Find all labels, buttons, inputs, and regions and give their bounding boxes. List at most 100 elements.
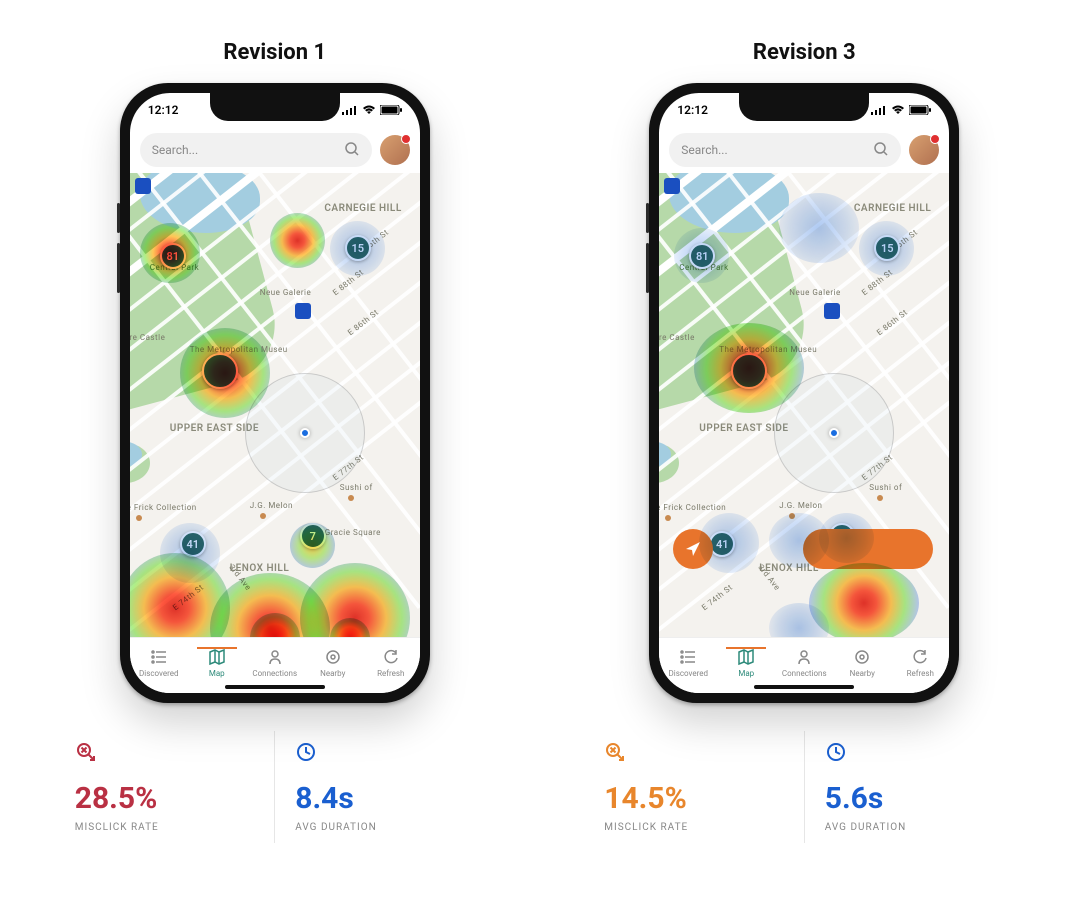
nearby-icon [852,647,872,667]
nav-label: Nearby [850,669,875,678]
search-input[interactable]: Search... [669,133,901,167]
poi-label: J.G. Melon [250,501,293,510]
map-pin-large[interactable] [731,353,767,389]
nav-discovered[interactable]: Discovered [659,647,717,678]
stat-label: AVG DURATION [825,822,1005,833]
nav-map[interactable]: Map [188,647,246,678]
map-view[interactable]: CARNEGIE HILL UPPER EAST SIDE LENOX HILL… [130,173,420,637]
phone-screen: 12:12 Search. [659,93,949,693]
map-pin[interactable]: 15 [345,235,371,261]
map-pin[interactable]: 41 [180,531,206,557]
nav-connections[interactable]: Connections [246,647,304,678]
search-placeholder: Search... [681,143,727,157]
wifi-icon [891,105,905,115]
poi-dot [260,513,266,519]
nav-label: Connections [252,669,297,678]
phone-mockup: 12:12 Search. [120,83,430,703]
poi-dot [136,515,142,521]
status-icons [342,105,402,115]
stat-value: 14.5% [604,781,784,816]
nav-label: Discovered [669,669,708,678]
nav-refresh[interactable]: Refresh [891,647,949,678]
stat-value: 28.5% [75,781,255,816]
nav-nearby[interactable]: Nearby [833,647,891,678]
user-location-dot [300,428,310,438]
nav-map[interactable]: Map [717,647,775,678]
action-pill[interactable] [803,529,933,569]
poi-label: The Metropolitan Museu [190,345,288,354]
nav-label: Map [738,669,754,678]
connections-icon [265,647,285,667]
nav-connections[interactable]: Connections [775,647,833,678]
poi-label: Sushi of [869,483,902,492]
wifi-icon [362,105,376,115]
mta-icon [135,178,151,194]
search-row: Search... [140,131,410,169]
nav-refresh[interactable]: Refresh [362,647,420,678]
stats-row: 28.5% MISCLICK RATE 8.4s AVG DURATION [55,731,495,843]
home-indicator [754,685,854,689]
neighborhood-label: CARNEGIE HILL [854,203,931,214]
refresh-icon [381,647,401,667]
mta-icon [295,303,311,319]
map-pin[interactable]: 15 [874,235,900,261]
locate-fab[interactable] [673,529,713,569]
poi-label: he Frick Collection [130,503,197,512]
poi-label: J.G. Melon [779,501,822,510]
map-pin[interactable]: 41 [709,531,735,557]
status-time: 12:12 [677,103,708,117]
stat-label: MISCLICK RATE [604,822,784,833]
stat-duration: 8.4s AVG DURATION [274,731,495,843]
mta-icon [824,303,840,319]
map-icon [207,647,227,667]
mta-icon [664,178,680,194]
clock-icon [825,741,1005,767]
stat-duration: 5.6s AVG DURATION [804,731,1025,843]
home-indicator [225,685,325,689]
revision-3-column: Revision 3 12:12 [584,40,1024,843]
map-icon [736,647,756,667]
map-pin[interactable]: 81 [160,243,186,269]
poi-label: ere Castle [130,333,166,342]
search-row: Search... [669,131,939,169]
street-label: E 74th St [700,583,734,613]
stat-misclick: 28.5% MISCLICK RATE [55,731,275,843]
map-pin-large[interactable] [202,353,238,389]
map-view[interactable]: CARNEGIE HILL UPPER EAST SIDE LENOX HILL… [659,173,949,637]
avatar[interactable] [909,135,939,165]
poi-label: Sushi of [340,483,373,492]
avatar[interactable] [380,135,410,165]
stats-row: 14.5% MISCLICK RATE 5.6s AVG DURATION [584,731,1024,843]
nav-label: Connections [782,669,827,678]
revision-title: Revision 3 [753,40,856,65]
battery-icon [380,105,402,115]
poi-dot [789,513,795,519]
nav-nearby[interactable]: Nearby [304,647,362,678]
connections-icon [794,647,814,667]
comparison-container: Revision 1 12:12 [0,0,1079,843]
signal-icon [342,105,358,115]
phone-notch [210,93,340,121]
map-pin[interactable]: 7 [300,523,326,549]
poi-label: ere Castle [659,333,695,342]
phone-notch [739,93,869,121]
nav-label: Discovered [139,669,178,678]
misclick-icon [604,741,784,767]
heatmap-blob [210,573,330,637]
nav-label: Nearby [320,669,345,678]
nav-discovered[interactable]: Discovered [130,647,188,678]
nearby-icon [323,647,343,667]
clock-icon [295,741,475,767]
refresh-icon [910,647,930,667]
phone-mockup: 12:12 Search. [649,83,959,703]
search-input[interactable]: Search... [140,133,372,167]
neighborhood-label: CARNEGIE HILL [324,203,401,215]
poi-dot [665,515,671,521]
poi-label: The Metropolitan Museu [719,345,817,354]
heatmap-blob [330,618,370,637]
search-icon [344,141,360,160]
stat-value: 8.4s [295,781,475,816]
misclick-icon [75,741,255,767]
heatmap-blob [250,613,300,637]
stat-label: AVG DURATION [295,822,475,833]
